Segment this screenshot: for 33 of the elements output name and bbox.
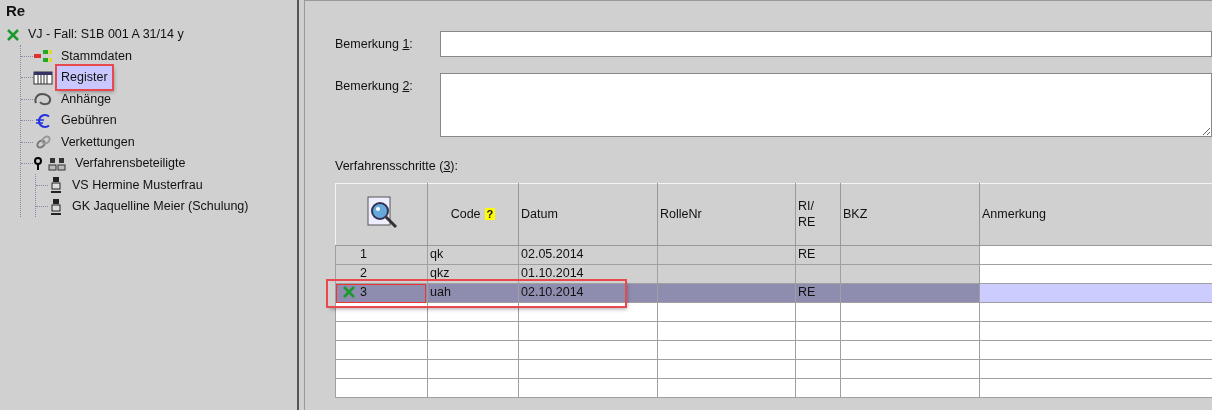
remark-field[interactable] xyxy=(440,31,1212,57)
tree-item[interactable]: Anhänge xyxy=(57,87,116,111)
column-header[interactable]: Datum xyxy=(518,183,658,246)
cross-icon xyxy=(6,27,20,42)
column-header[interactable]: RolleNr xyxy=(657,183,796,246)
splitter-handle[interactable] xyxy=(297,0,305,410)
column-header[interactable]: BKZ xyxy=(840,183,980,246)
column-header[interactable]: RI/ RE xyxy=(795,183,841,246)
column-header[interactable] xyxy=(335,183,428,246)
blocks-icon xyxy=(33,49,53,63)
tree-item[interactable]: GK Jaquelline Meier (Schulung) xyxy=(68,195,253,218)
people-icon xyxy=(47,155,67,172)
tree-item[interactable]: VJ - Fall: S1B 001 A 31/14 y xyxy=(24,23,188,46)
field-label: Bemerkung 2: xyxy=(335,78,414,95)
table-caption: Verfahrensschritte (3): xyxy=(335,158,459,175)
tree-title: Re xyxy=(6,4,26,18)
tree-item[interactable]: Verkettungen xyxy=(57,130,139,154)
person-icon xyxy=(48,176,64,194)
person-icon xyxy=(48,197,64,216)
tree-item[interactable]: Verfahrensbeteiligte xyxy=(71,152,190,175)
tree-item[interactable]: Stammdaten xyxy=(57,44,136,68)
tree-item[interactable]: Register xyxy=(57,66,112,89)
expand-handle-icon[interactable] xyxy=(33,156,43,171)
clip-icon xyxy=(33,91,53,107)
column-header[interactable]: Anmerkung xyxy=(979,183,1212,246)
tree-item[interactable]: VS Hermine Musterfrau xyxy=(68,173,207,197)
chain-icon xyxy=(33,134,53,150)
field-label: Bemerkung 1: xyxy=(335,36,414,53)
remark-field[interactable] xyxy=(440,73,1212,137)
register-icon xyxy=(33,70,53,85)
tree-item[interactable]: Gebühren xyxy=(57,109,121,132)
column-header[interactable]: Code ? xyxy=(427,183,519,246)
help-icon[interactable]: ? xyxy=(484,208,496,221)
